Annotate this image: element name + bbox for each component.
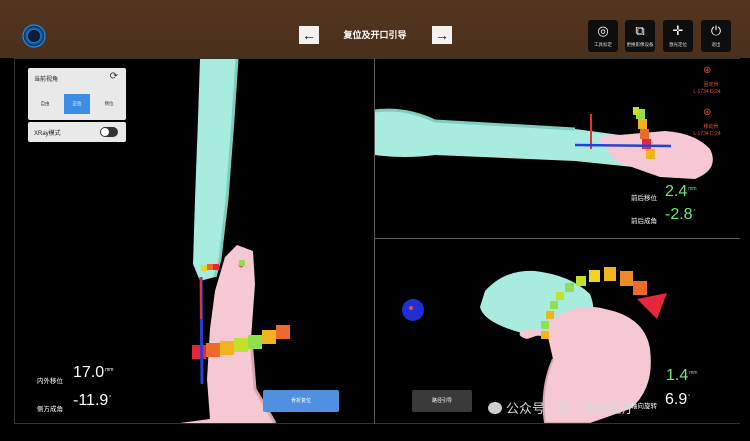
distance-value: 1.4mm (666, 367, 698, 384)
fixed-bone-icon: ⊛ (703, 65, 712, 76)
moving-bone-coords: L:1734 D:24 (693, 131, 721, 137)
axial-rotation-value: 6.9° (665, 391, 691, 408)
left-3d-view[interactable]: 当前视角 ⟳ 自由 正位 侧位 XRay模式 内外移位 17.0mm 侧方成角 … (15, 58, 374, 424)
horizontal-divider (375, 238, 740, 239)
xray-mode-toggle[interactable] (100, 127, 118, 137)
vertical-divider (374, 58, 375, 424)
crosshair-icon: ✛ (672, 23, 684, 38)
laser-position-label: 激光定位 (669, 42, 687, 47)
forward-arrow-button[interactable]: → (432, 26, 452, 44)
power-icon: ⏻ (710, 23, 722, 38)
exit-label: 退出 (711, 42, 721, 47)
view-option-ap[interactable]: 正位 (64, 94, 90, 114)
ap-shift-value: 2.4mm (665, 183, 697, 200)
axial-rotation-label: 轴向旋转 (631, 403, 657, 410)
mediolateral-shift-label: 内外移位 (37, 378, 63, 385)
mediolateral-shift-value: 17.0mm (73, 364, 114, 381)
app-logo-icon (22, 24, 46, 48)
view-angle-panel: 当前视角 ⟳ 自由 正位 侧位 (28, 68, 126, 120)
moving-bone-label: 移动骨 (703, 124, 719, 130)
top-right-3d-view[interactable]: ⊛ 固定骨 L:1734 D:24 ⊛ 移动骨 L:1734 D:24 前后移位… (374, 59, 740, 238)
xray-mode-label: XRay模式 (34, 131, 61, 137)
top-bar: ← 复位及开口引导 → ◎ 工具标定 ⧉ 更换影像设备 ✛ 激光定位 ⏻ 退出 (0, 0, 750, 58)
lateral-angle-value: -11.9° (73, 392, 112, 409)
watermark: 公众号 · 维卓致远医疗 (488, 398, 635, 417)
change-imaging-button[interactable]: ⧉ 更换影像设备 (625, 20, 655, 52)
ap-angle-label: 前后成角 (631, 218, 657, 225)
lateral-angle-label: 侧方成角 (37, 406, 63, 413)
exit-button[interactable]: ⏻ 退出 (701, 20, 731, 52)
fracture-reduction-button[interactable]: 骨折复位 (263, 390, 339, 412)
view-angle-title: 当前视角 (34, 77, 59, 83)
laser-position-button[interactable]: ✛ 激光定位 (663, 20, 693, 52)
fixed-bone-label: 固定骨 (703, 82, 719, 88)
change-imaging-label: 更换影像设备 (626, 42, 654, 47)
ap-angle-value: -2.8° (665, 206, 696, 223)
view-option-free[interactable]: 自由 (32, 94, 58, 114)
wechat-icon (488, 402, 502, 414)
view-option-lateral[interactable]: 侧位 (96, 94, 122, 114)
back-arrow-button[interactable]: ← (299, 26, 319, 44)
tool-calibration-button[interactable]: ◎ 工具标定 (588, 20, 618, 52)
tool-calibration-label: 工具标定 (594, 42, 612, 47)
fixed-bone-coords: L:1734 D:24 (693, 89, 721, 95)
image-swap-icon: ⧉ (635, 23, 645, 38)
page-title: 复位及开口引导 (343, 30, 407, 40)
target-icon: ◎ (597, 23, 609, 38)
rotate-view-icon[interactable]: ⟳ (110, 71, 118, 82)
path-guide-button[interactable]: 路径引导 (412, 390, 472, 412)
ap-shift-label: 前后移位 (631, 195, 657, 202)
moving-bone-icon: ⊛ (703, 107, 712, 118)
xray-mode-panel: XRay模式 (28, 122, 126, 142)
